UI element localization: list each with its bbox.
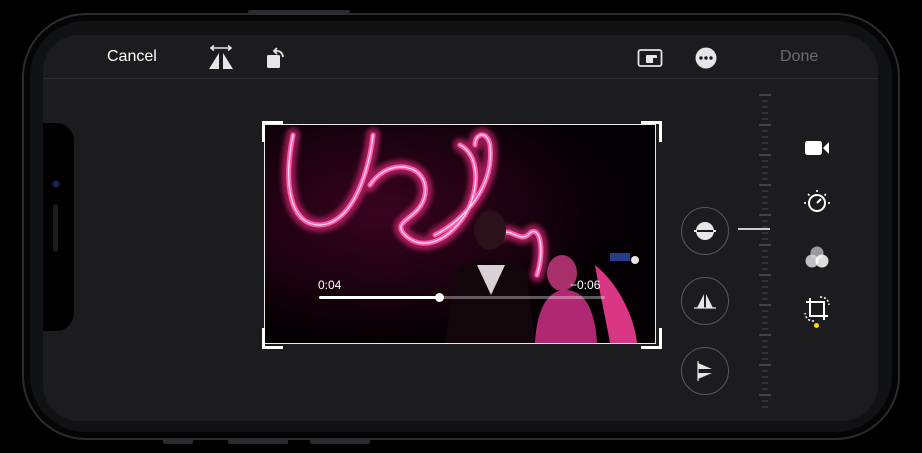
adjust-dial-icon: [804, 190, 830, 212]
flip-horizontal-icon[interactable]: [207, 44, 235, 71]
straighten-button[interactable]: [681, 207, 729, 255]
remaining-time: −0:06: [570, 278, 601, 292]
done-button[interactable]: Done: [780, 48, 818, 66]
front-camera-icon: [53, 181, 59, 187]
crop-tool-button[interactable]: [801, 293, 833, 325]
dial-indicator: [738, 228, 770, 230]
cancel-button[interactable]: Cancel: [107, 48, 157, 66]
more-icon[interactable]: [695, 47, 717, 69]
crop-handle-top-left[interactable]: [262, 121, 283, 142]
crop-handle-bottom-left[interactable]: [262, 328, 283, 349]
adjust-tool-button[interactable]: [801, 186, 833, 218]
vertical-perspective-icon: [694, 294, 716, 309]
filters-icon: [805, 246, 829, 268]
speaker-grille: [53, 204, 58, 252]
straighten-icon: [694, 222, 716, 240]
crop-handle-top-right[interactable]: [641, 121, 662, 142]
scrubber-progress: [319, 296, 440, 299]
toolbar-divider: [43, 78, 878, 79]
active-tool-indicator: [814, 323, 819, 328]
horizontal-perspective-icon: [697, 361, 712, 381]
horizontal-perspective-button[interactable]: [681, 347, 729, 395]
video-camera-icon: [805, 141, 829, 155]
aspect-ratio-icon[interactable]: [637, 48, 663, 68]
crop-handle-bottom-right[interactable]: [641, 328, 662, 349]
video-preview[interactable]: [265, 125, 655, 343]
rotate-icon[interactable]: [265, 46, 289, 70]
camera-notch: [43, 123, 74, 331]
rotation-dial[interactable]: [759, 93, 771, 411]
photo-edit-screen: Cancel Done 0:04 −0:06: [43, 35, 878, 421]
crop-rotate-icon: [804, 296, 830, 322]
filters-tool-button[interactable]: [801, 242, 833, 274]
video-tool-button[interactable]: [801, 132, 833, 164]
elapsed-time: 0:04: [318, 278, 342, 292]
vertical-perspective-button[interactable]: [681, 277, 729, 325]
video-scrubber[interactable]: [319, 293, 605, 302]
